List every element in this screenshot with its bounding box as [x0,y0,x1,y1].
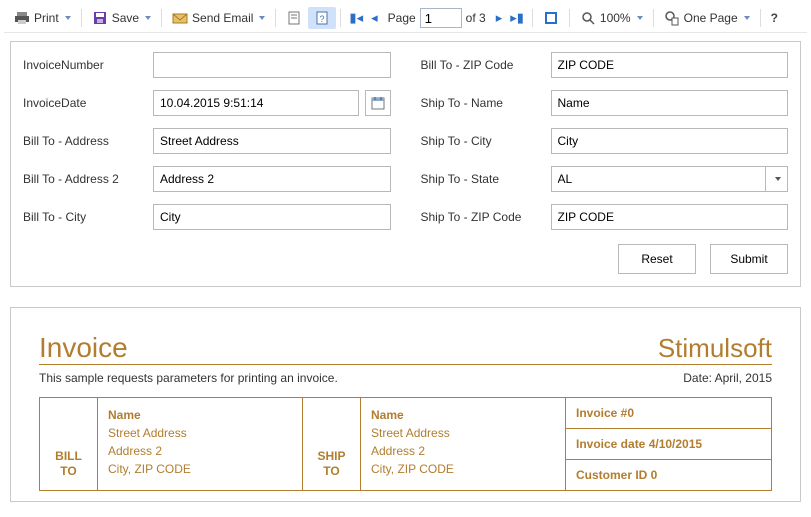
last-page-button[interactable]: ▸▮ [506,10,528,26]
report-title: Invoice [39,332,128,364]
bill-address2-label: Bill To - Address 2 [23,172,153,186]
separator [81,9,82,27]
view-mode-button[interactable]: One Page [658,7,756,29]
separator [532,9,533,27]
separator [760,9,761,27]
calendar-icon [370,95,386,111]
toolbar: Print Save Send Email ? ▮◂ ◂ Page of 3 ▸… [4,4,807,33]
bookmarks-icon [286,10,302,26]
ship-zip-label: Ship To - ZIP Code [421,210,551,224]
print-label: Print [34,11,59,25]
report-subtitle: This sample requests parameters for prin… [39,371,338,385]
view-mode-label: One Page [684,11,738,25]
report-preview: Invoice Stimulsoft This sample requests … [10,307,801,502]
submit-button[interactable]: Submit [710,244,788,274]
chevron-down-icon [744,16,750,20]
invoice-date-label: InvoiceDate [23,96,153,110]
save-label: Save [112,11,139,25]
parameters-form: InvoiceNumber InvoiceDate Bill To - Addr… [10,41,801,287]
printer-icon [14,10,30,26]
chevron-down-icon [637,16,643,20]
ship-state-select[interactable] [551,166,767,192]
reset-button[interactable]: Reset [618,244,696,274]
separator [653,9,654,27]
chevron-down-icon [775,177,781,181]
bill-to-block: Name Street Address Address 2 City, ZIP … [98,398,303,490]
bookmarks-button[interactable] [280,7,308,29]
print-button[interactable]: Print [8,7,77,29]
ship-city-label: Ship To - City [421,134,551,148]
bill-to-header: BILL TO [40,398,98,490]
first-page-button[interactable]: ▮◂ [345,10,367,26]
bill-zip-label: Bill To - ZIP Code [421,58,551,72]
page-view-icon [664,10,680,26]
zoom-button[interactable]: 100% [574,7,649,29]
invoice-meta-block: Invoice #0 Invoice date 4/10/2015 Custom… [566,398,771,490]
parameters-button[interactable]: ? [308,7,336,29]
ship-zip-input[interactable] [551,204,789,230]
separator [161,9,162,27]
bill-address-input[interactable] [153,128,391,154]
ship-name-input[interactable] [551,90,789,116]
ship-name-label: Ship To - Name [421,96,551,110]
chevron-down-icon [65,16,71,20]
date-picker-button[interactable] [365,90,391,116]
ship-state-label: Ship To - State [421,172,551,186]
bill-address2-input[interactable] [153,166,391,192]
zoom-label: 100% [600,11,631,25]
bill-zip-input[interactable] [551,52,789,78]
prev-page-button[interactable]: ◂ [367,10,382,26]
bill-address-label: Bill To - Address [23,134,153,148]
parameters-icon: ? [314,10,330,26]
page-input[interactable] [420,8,462,28]
chevron-down-icon [259,16,265,20]
save-button[interactable]: Save [86,7,157,29]
separator [569,9,570,27]
invoice-date-display: Invoice date 4/10/2015 [566,429,771,460]
ship-to-block: Name Street Address Address 2 City, ZIP … [361,398,566,490]
send-email-button[interactable]: Send Email [166,7,271,29]
full-page-icon [543,10,559,26]
report-brand: Stimulsoft [658,333,772,364]
page-label: Page [388,11,416,25]
help-button[interactable]: ? [765,8,784,28]
help-label: ? [771,11,778,25]
chevron-down-icon [145,16,151,20]
bill-city-label: Bill To - City [23,210,153,224]
mail-icon [172,10,188,26]
customer-id-display: Customer ID 0 [566,460,771,490]
ship-city-input[interactable] [551,128,789,154]
invoice-number-display: Invoice #0 [566,398,771,429]
save-icon [92,10,108,26]
ship-state-dropdown-button[interactable] [766,166,788,192]
full-page-button[interactable] [537,7,565,29]
page-total: of 3 [466,11,486,25]
invoice-date-input[interactable] [153,90,359,116]
magnifier-icon [580,10,596,26]
invoice-number-input[interactable] [153,52,391,78]
svg-text:?: ? [320,14,325,24]
ship-to-header: SHIP TO [303,398,361,490]
bill-city-input[interactable] [153,204,391,230]
invoice-number-label: InvoiceNumber [23,58,153,72]
report-date: Date: April, 2015 [683,371,772,385]
separator [340,9,341,27]
separator [275,9,276,27]
next-page-button[interactable]: ▸ [492,10,507,26]
invoice-summary-grid: BILL TO Name Street Address Address 2 Ci… [39,397,772,491]
send-email-label: Send Email [192,11,253,25]
